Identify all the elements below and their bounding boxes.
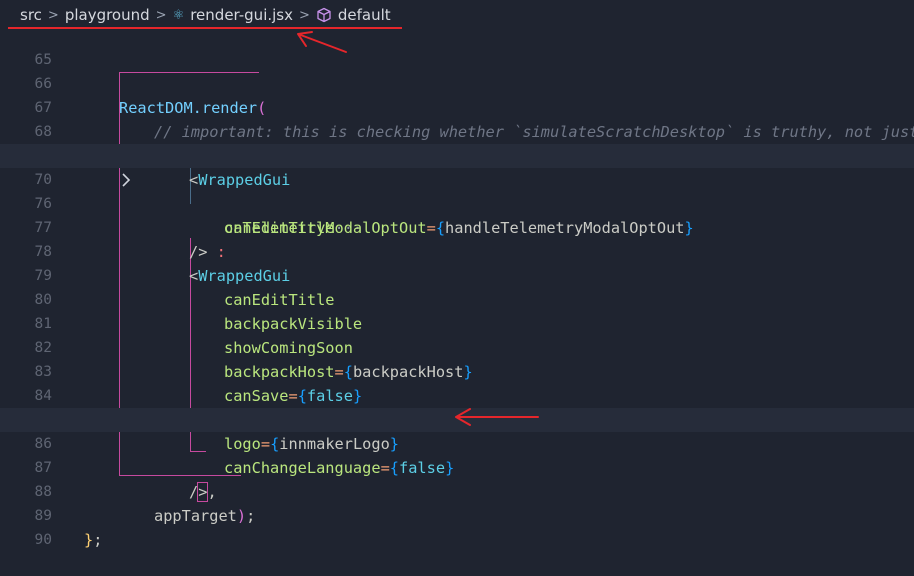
cube-symbol-icon: [316, 7, 332, 23]
breadcrumb-separator: >: [47, 7, 59, 23]
breadcrumb-item-file[interactable]: render-gui.jsx: [190, 6, 293, 24]
code-line-70: 70 canEditTitle···: [0, 144, 914, 237]
code-line-84: 84 onClickLogo={onClickLogo}: [0, 360, 914, 429]
code-line-82: 82 backpackHost={backpackHost}: [0, 312, 914, 381]
react-icon: ⚛: [172, 7, 185, 23]
code-line-68: 68 simulateScratchDesktop ?: [0, 96, 914, 165]
code-line-79: 79 canEditTitle: [0, 240, 914, 309]
line-number: 90: [34, 532, 52, 548]
code-line-69: 69 <WrappedGui: [0, 120, 914, 189]
code-line-67: 67 // important: this is checking whethe…: [0, 72, 914, 141]
breadcrumb-item-src[interactable]: src: [20, 6, 42, 24]
breadcrumb-separator: >: [299, 7, 310, 23]
breadcrumb-separator: >: [155, 7, 167, 23]
code-line-76: 76 onTelemetryModalOptOut={handleTelemet…: [0, 168, 914, 237]
code-line-80: 80 backpackVisible: [0, 264, 914, 333]
code-line-88: 88 appTarget);: [0, 456, 914, 525]
code-line-65: 65: [0, 24, 914, 68]
code-line-87: 87 />,: [0, 432, 914, 502]
code-line-89: 89 };: [0, 480, 914, 549]
code-line-83: 83 canSave={false}: [0, 336, 914, 405]
brace-close: }: [84, 531, 94, 549]
code-line-66: 66 ReactDOM.render(: [0, 48, 914, 117]
semicolon: ;: [93, 531, 103, 549]
breadcrumb-item-playground[interactable]: playground: [65, 6, 150, 24]
code-line-77: 77 /> :: [0, 192, 914, 261]
annotation-arrow-line86: [455, 408, 539, 426]
code-line-81: 81 showComingSoon: [0, 288, 914, 357]
breadcrumb-item-symbol[interactable]: default: [338, 6, 391, 24]
code-line-78: 78 <WrappedGui: [0, 216, 914, 285]
code-editor[interactable]: 65 66 ReactDOM.render( 67 // important: …: [0, 30, 914, 549]
